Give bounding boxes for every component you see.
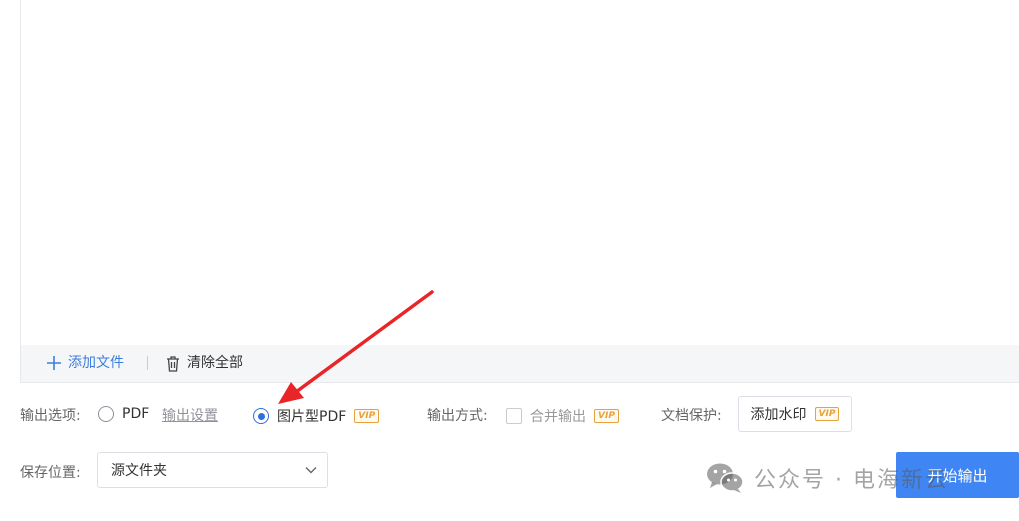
merge-checkbox-box[interactable]	[506, 408, 522, 424]
clear-all-label: 清除全部	[187, 355, 243, 371]
output-settings-link[interactable]: 输出设置	[162, 405, 218, 425]
radio-image-pdf[interactable]: 图片型PDF VIP	[253, 406, 380, 426]
output-mode-label: 输出方式:	[427, 408, 488, 424]
radio-image-pdf-label: 图片型PDF	[277, 409, 347, 425]
add-file-button[interactable]: 添加文件	[46, 352, 124, 374]
wechat-watermark: 公众号 · 电海新云	[706, 462, 949, 494]
vip-badge: VIP	[354, 409, 380, 423]
save-location-value: 源文件夹	[111, 463, 167, 479]
radio-pdf[interactable]: PDF	[98, 406, 149, 422]
file-list-area[interactable]	[20, 0, 1019, 346]
trash-icon	[165, 355, 181, 372]
radio-pdf-label: PDF	[122, 406, 150, 422]
add-file-label: 添加文件	[68, 355, 124, 371]
radio-pdf-circle[interactable]	[98, 406, 114, 422]
vip-badge: VIP	[814, 407, 840, 421]
wechat-watermark-text: 公众号 · 电海新云	[754, 468, 949, 493]
add-watermark-label: 添加水印	[750, 407, 807, 423]
plus-icon	[46, 355, 62, 371]
radio-image-pdf-circle[interactable]	[253, 408, 269, 424]
merge-output-checkbox[interactable]: 合并输出 VIP	[506, 406, 619, 426]
doc-protect-label: 文档保护:	[661, 408, 722, 424]
add-watermark-button[interactable]: 添加水印 VIP	[738, 396, 852, 432]
merge-output-label: 合并输出	[530, 409, 586, 425]
chevron-down-icon	[305, 466, 317, 474]
vip-badge: VIP	[594, 409, 619, 423]
output-options-label: 输出选项:	[20, 408, 81, 424]
clear-all-button[interactable]: 清除全部	[165, 352, 243, 374]
save-location-select[interactable]: 源文件夹	[97, 452, 328, 488]
wechat-icon	[706, 462, 744, 494]
toolbar-divider	[147, 356, 148, 370]
save-location-label: 保存位置:	[20, 465, 81, 481]
